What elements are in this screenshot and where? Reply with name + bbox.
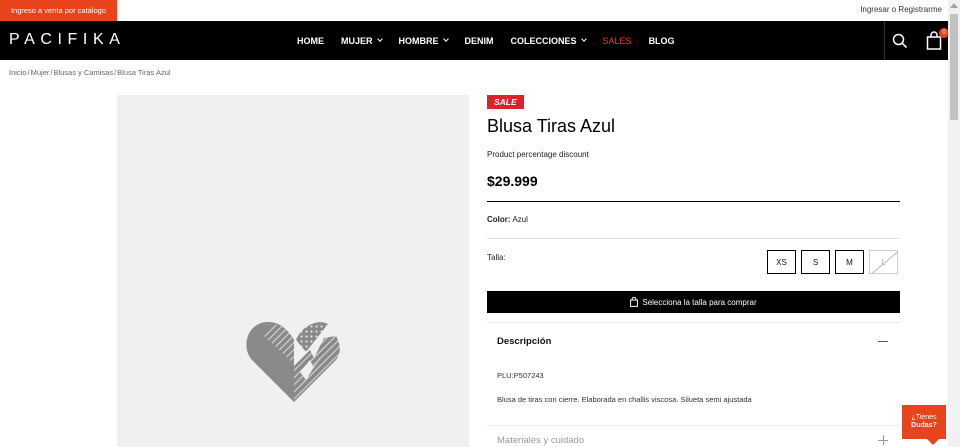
breadcrumb-home[interactable]: Inicio: [9, 68, 27, 77]
login-register-link[interactable]: Ingresar o Registrarme: [860, 5, 942, 14]
catalog-sale-button[interactable]: Ingreso a venta por catálogo: [0, 0, 117, 21]
main-nav: HOME MUJER HOMBRE DENIM COLECCIONES SALE…: [297, 21, 692, 60]
nav-label: COLECCIONES: [510, 35, 577, 46]
description-text: Blusa de tiras con cierre. Elaborada en …: [497, 395, 752, 404]
breadcrumb-separator: /: [50, 68, 53, 77]
nav-label: HOMBRE: [398, 35, 439, 46]
nav-label: MUJER: [341, 35, 373, 46]
breadcrumb-separator: /: [27, 68, 30, 77]
help-line-1: ¿Tienes: [911, 414, 937, 421]
product-title: Blusa Tiras Azul: [487, 116, 616, 136]
nav-item-hombre[interactable]: HOMBRE: [398, 35, 449, 46]
divider: [487, 238, 900, 239]
breadcrumb: Inicio / Mujer / Blusas y Camisas / Blusa T…: [9, 68, 171, 77]
nav-item-mujer[interactable]: MUJER: [341, 35, 383, 46]
breadcrumb-separator: /: [114, 68, 117, 77]
nav-item-home[interactable]: HOME: [297, 36, 324, 46]
size-option-s[interactable]: S: [801, 250, 830, 274]
sale-badge: SALE: [487, 95, 524, 109]
nav-item-sales[interactable]: SALES: [603, 36, 632, 46]
product-image-placeholder[interactable]: [117, 95, 469, 447]
size-label: Talla:: [487, 253, 506, 262]
header-divider: [884, 21, 885, 60]
nav-label: SALES: [602, 35, 632, 46]
size-selector: XS S M L: [767, 250, 903, 274]
size-option-l-unavailable: L: [869, 250, 898, 274]
materials-heading[interactable]: Materiales y cuidado: [497, 435, 584, 446]
help-bubble-tail: [927, 439, 939, 445]
divider: [487, 425, 900, 426]
product-plu: PLU:P507243: [497, 371, 544, 380]
color-label: Color:: [487, 215, 511, 224]
bag-icon: [630, 297, 639, 307]
search-icon[interactable]: [892, 33, 908, 49]
size-option-xs[interactable]: XS: [767, 250, 796, 274]
nav-item-denim[interactable]: DENIM: [465, 36, 494, 46]
scroll-up-arrow-icon[interactable]: [950, 3, 958, 8]
nav-item-blog[interactable]: BLOG: [649, 36, 675, 46]
product-price: $29.999: [487, 173, 538, 189]
color-value: Azul: [512, 215, 528, 224]
brand-logo[interactable]: PACIFIKA: [9, 31, 126, 49]
page-scrollbar[interactable]: [948, 0, 960, 447]
breadcrumb-current: Blusa Tiras Azul: [117, 68, 171, 77]
help-chat-button[interactable]: ¿Tienes Dudas?: [902, 405, 946, 439]
promo-text: Product percentage discount: [487, 150, 589, 159]
main-header: PACIFIKA HOME MUJER HOMBRE DENIM COLECCI…: [0, 21, 949, 60]
scroll-thumb[interactable]: [950, 14, 958, 120]
nav-item-colecciones[interactable]: COLECCIONES: [510, 35, 587, 46]
brand-heart-icon: [246, 322, 340, 402]
size-option-m[interactable]: M: [835, 250, 864, 274]
nav-label: BLOG: [648, 35, 675, 46]
help-line-2: Dudas?: [911, 422, 937, 429]
chevron-down-icon: [376, 36, 383, 42]
color-row: Color: Azul: [487, 215, 528, 224]
expand-plus-icon[interactable]: [878, 435, 888, 445]
top-utility-bar: Ingreso a venta por catálogo Ingresar o …: [0, 0, 948, 21]
select-size-buy-button[interactable]: Selecciona la talla para comprar: [487, 291, 900, 313]
breadcrumb-mujer[interactable]: Mujer: [31, 68, 50, 77]
collapse-minus-icon[interactable]: [878, 341, 888, 342]
buy-button-label: Selecciona la talla para comprar: [642, 297, 757, 307]
chevron-down-icon: [580, 36, 587, 42]
description-accordion: Descripción PLU:P507243 Blusa de tiras c…: [487, 322, 900, 447]
divider: [487, 201, 900, 202]
chevron-down-icon: [442, 36, 449, 42]
nav-label: HOME: [297, 35, 324, 46]
nav-label: DENIM: [464, 35, 494, 46]
description-heading[interactable]: Descripción: [497, 336, 551, 347]
breadcrumb-blusas[interactable]: Blusas y Camisas: [53, 68, 113, 77]
